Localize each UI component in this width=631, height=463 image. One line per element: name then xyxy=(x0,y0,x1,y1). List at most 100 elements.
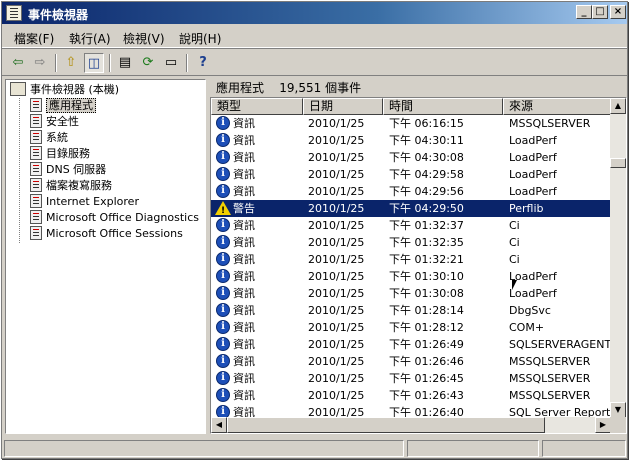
menu-view[interactable]: 檢視(V) xyxy=(123,30,165,47)
event-list: 類型 日期 時間 來源 i 資訊 2010/1/25 下午 06:16:15 MSSQL… xyxy=(210,97,627,434)
event-type: 資訊 xyxy=(233,321,255,334)
back-arrow-icon[interactable]: ⇦ xyxy=(8,53,28,73)
tree-item-internet-explorer[interactable]: Internet Explorer xyxy=(30,194,139,210)
column-header-type[interactable]: 類型 xyxy=(211,98,303,115)
event-date: 2010/1/25 xyxy=(308,372,365,385)
event-time: 下午 01:30:10 xyxy=(389,270,464,283)
minimize-button[interactable]: _ xyxy=(576,5,592,19)
tree-root[interactable]: 事件檢視器 (本機) xyxy=(10,82,119,98)
scroll-down-button[interactable]: ▼ xyxy=(610,402,626,418)
event-row[interactable]: i 資訊 2010/1/25 下午 01:26:43 MSSQLSERVER xyxy=(211,387,611,404)
event-row[interactable]: i 資訊 2010/1/25 下午 04:29:58 LoadPerf xyxy=(211,166,611,183)
info-icon: i xyxy=(216,116,230,130)
tree-item-system[interactable]: 系統 xyxy=(30,130,68,146)
event-row[interactable]: i 資訊 2010/1/25 下午 01:26:49 SQLSERVERAGENT xyxy=(211,336,611,353)
event-log-icon xyxy=(30,226,42,240)
tree-item-office-sessions[interactable]: Microsoft Office Sessions xyxy=(30,226,183,242)
event-row[interactable]: i 資訊 2010/1/25 下午 01:32:37 Ci xyxy=(211,217,611,234)
menu-help[interactable]: 說明(H) xyxy=(179,30,221,47)
tree-item-office-diagnostics[interactable]: Microsoft Office Diagnostics xyxy=(30,210,199,226)
event-type: 警告 xyxy=(233,202,255,215)
export-list-icon[interactable]: ▭ xyxy=(161,53,181,73)
event-row[interactable]: i 資訊 2010/1/25 下午 01:30:10 LoadPerf xyxy=(211,268,611,285)
info-icon: i xyxy=(216,184,230,198)
event-time: 下午 04:30:11 xyxy=(389,134,464,147)
event-row[interactable]: i 資訊 2010/1/25 下午 01:26:46 MSSQLSERVER xyxy=(211,353,611,370)
list-header-bar: 應用程式 19,551 個事件 xyxy=(210,79,627,97)
event-log-icon xyxy=(30,194,42,208)
event-type: 資訊 xyxy=(233,134,255,147)
event-time: 下午 01:32:21 xyxy=(389,253,464,266)
event-date: 2010/1/25 xyxy=(308,185,365,198)
column-header-time[interactable]: 時間 xyxy=(383,98,503,115)
menu-file[interactable]: 檔案(F) xyxy=(14,30,54,47)
maximize-button[interactable]: □ xyxy=(592,5,608,19)
event-source: LoadPerf xyxy=(509,151,557,164)
horizontal-scrollbar[interactable]: ◀ ▶ xyxy=(211,417,611,433)
tree-item-label: 目錄服務 xyxy=(46,147,90,160)
tree-item-file-replication[interactable]: 檔案複寫服務 xyxy=(30,178,112,194)
event-row[interactable]: i 資訊 2010/1/25 下午 01:28:12 COM+ xyxy=(211,319,611,336)
info-icon: i xyxy=(216,337,230,351)
event-type: 資訊 xyxy=(233,372,255,385)
event-row[interactable]: i 資訊 2010/1/25 下午 01:28:14 DbgSvc xyxy=(211,302,611,319)
event-row[interactable]: i 資訊 2010/1/25 下午 06:16:15 MSSQLSERVER xyxy=(211,115,611,132)
info-icon: i xyxy=(216,235,230,249)
event-log-icon xyxy=(30,210,42,224)
tree-item-label: 檔案複寫服務 xyxy=(46,179,112,192)
info-icon: i xyxy=(216,252,230,266)
info-icon: i xyxy=(216,167,230,181)
event-count: 19,551 個事件 xyxy=(279,81,362,95)
event-type: 資訊 xyxy=(233,185,255,198)
event-row[interactable]: ! 警告 2010/1/25 下午 04:29:50 Perflib xyxy=(211,200,611,217)
refresh-icon[interactable]: ⟳ xyxy=(138,53,158,73)
event-date: 2010/1/25 xyxy=(308,321,365,334)
event-time: 下午 01:26:46 xyxy=(389,355,464,368)
event-type: 資訊 xyxy=(233,117,255,130)
event-row[interactable]: i 資訊 2010/1/25 下午 01:32:21 Ci xyxy=(211,251,611,268)
column-header-date[interactable]: 日期 xyxy=(303,98,383,115)
tree-item-label: 應用程式 xyxy=(46,98,96,113)
info-icon: i xyxy=(216,320,230,334)
menu-action[interactable]: 執行(A) xyxy=(69,30,111,47)
event-source: LoadPerf xyxy=(509,168,557,181)
properties-icon[interactable]: ▤ xyxy=(115,53,135,73)
event-row[interactable]: i 資訊 2010/1/25 下午 01:26:45 MSSQLSERVER xyxy=(211,370,611,387)
event-row[interactable]: i 資訊 2010/1/25 下午 04:29:56 LoadPerf xyxy=(211,183,611,200)
event-date: 2010/1/25 xyxy=(308,219,365,232)
horizontal-scroll-thumb[interactable] xyxy=(227,417,545,433)
show-hide-tree-icon[interactable]: ◫ xyxy=(84,53,104,73)
info-icon: i xyxy=(216,303,230,317)
event-viewer-window: 事件檢視器 _ □ × 檔案(F) 執行(A) 檢視(V) 說明(H) ⇦ ⇨ … xyxy=(1,1,628,459)
tree-item-label: 系統 xyxy=(46,131,68,144)
event-date: 2010/1/25 xyxy=(308,236,365,249)
tree-item-dns-server[interactable]: DNS 伺服器 xyxy=(30,162,106,178)
up-folder-icon[interactable]: ⇧ xyxy=(61,53,81,73)
event-type: 資訊 xyxy=(233,389,255,402)
tree-item-directory-service[interactable]: 目錄服務 xyxy=(30,146,90,162)
event-source: DbgSvc xyxy=(509,304,551,317)
help-icon[interactable]: ? xyxy=(193,53,213,73)
tree-item-application[interactable]: 應用程式 xyxy=(30,98,96,114)
info-icon: i xyxy=(216,269,230,283)
event-row[interactable]: i 資訊 2010/1/25 下午 04:30:08 LoadPerf xyxy=(211,149,611,166)
scroll-right-button[interactable]: ▶ xyxy=(595,417,611,433)
vertical-scrollbar[interactable]: ▲ ▼ xyxy=(610,98,626,418)
event-row[interactable]: i 資訊 2010/1/25 下午 01:30:08 LoadPerf xyxy=(211,285,611,302)
status-bar xyxy=(2,438,627,458)
tree-item-label: Microsoft Office Diagnostics xyxy=(46,211,199,224)
menu-bar: 檔案(F) 執行(A) 檢視(V) 說明(H) xyxy=(2,26,627,48)
close-button[interactable]: × xyxy=(610,5,626,19)
column-header-source[interactable]: 來源 xyxy=(503,98,611,115)
title-bar[interactable]: 事件檢視器 _ □ × xyxy=(2,2,627,24)
event-row[interactable]: i 資訊 2010/1/25 下午 04:30:11 LoadPerf xyxy=(211,132,611,149)
scroll-left-button[interactable]: ◀ xyxy=(211,417,227,433)
forward-arrow-icon[interactable]: ⇨ xyxy=(30,53,50,73)
event-row[interactable]: i 資訊 2010/1/25 下午 01:32:35 Ci xyxy=(211,234,611,251)
log-name: 應用程式 xyxy=(216,81,265,95)
scroll-up-button[interactable]: ▲ xyxy=(610,98,626,114)
vertical-scroll-thumb[interactable] xyxy=(610,158,626,168)
event-time: 下午 01:26:49 xyxy=(389,338,464,351)
tree-item-security[interactable]: 安全性 xyxy=(30,114,79,130)
info-icon: i xyxy=(216,371,230,385)
